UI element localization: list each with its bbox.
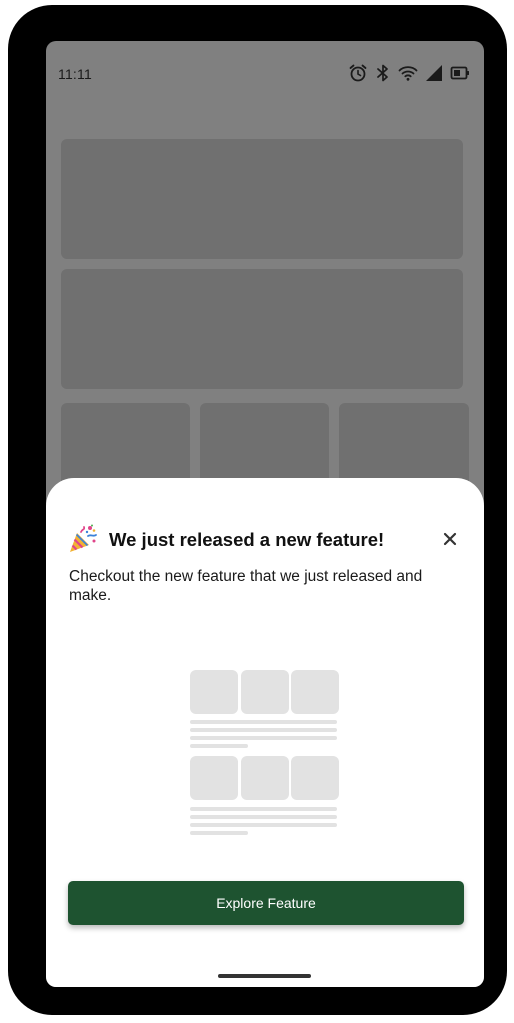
sheet-description: Checkout the new feature that we just re…: [69, 568, 423, 604]
illustration-line: [190, 744, 248, 748]
background-card: [61, 269, 463, 389]
illustration-tile: [291, 756, 339, 800]
screen: 11:11 We just released a new feature! Ch…: [46, 41, 484, 987]
home-indicator[interactable]: [218, 974, 311, 978]
illustration-line: [190, 720, 337, 724]
illustration-tile: [241, 756, 289, 800]
illustration-line: [190, 831, 248, 835]
status-time: 11:11: [58, 66, 92, 82]
status-bar: 11:11: [46, 41, 484, 109]
phone-frame: 11:11 We just released a new feature! Ch…: [8, 5, 507, 1015]
illustration-tile: [291, 670, 339, 714]
alarm-icon: [349, 64, 367, 82]
feature-announcement-sheet: We just released a new feature! Checkout…: [46, 478, 484, 987]
explore-feature-button[interactable]: Explore Feature: [68, 881, 464, 925]
signal-icon: [426, 65, 442, 81]
close-button[interactable]: [438, 527, 462, 551]
background-card: [61, 139, 463, 259]
feature-illustration: [190, 633, 340, 803]
sheet-header: We just released a new feature!: [68, 522, 462, 554]
illustration-line: [190, 728, 337, 732]
bluetooth-icon: [377, 64, 388, 82]
wifi-icon: [398, 66, 418, 81]
party-popper-icon: [70, 524, 97, 552]
status-icons: [348, 63, 470, 83]
illustration-tile: [190, 756, 238, 800]
illustration-tile: [241, 670, 289, 714]
illustration-line: [190, 807, 337, 811]
close-icon: [443, 532, 457, 546]
illustration-tile: [190, 670, 238, 714]
illustration-line: [190, 736, 337, 740]
sheet-title: We just released a new feature!: [109, 529, 385, 550]
illustration-line: [190, 823, 337, 827]
illustration-line: [190, 815, 337, 819]
battery-icon: [450, 66, 469, 80]
